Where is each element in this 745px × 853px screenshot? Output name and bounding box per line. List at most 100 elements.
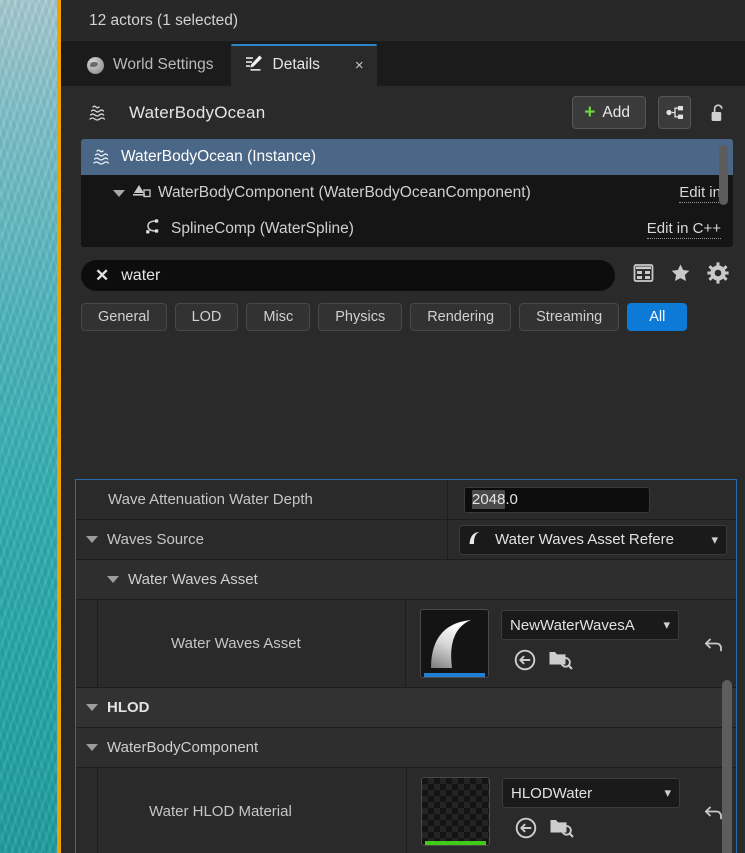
table-view-icon[interactable] (633, 263, 654, 288)
category-label: HLOD (107, 699, 150, 716)
category-label: Water Waves Asset (128, 571, 258, 588)
use-selected-asset-icon[interactable] (513, 648, 537, 677)
reset-to-default-button[interactable] (727, 520, 736, 559)
asset-action-buttons (501, 648, 679, 677)
water-waves-asset-dropdown[interactable]: NewWaterWavesA ▾ (501, 610, 679, 640)
browse-asset-icon[interactable] (548, 648, 573, 677)
chevron-down-icon[interactable] (86, 704, 98, 711)
wave-thumbnail[interactable] (420, 609, 489, 678)
wave-asset-icon (468, 530, 487, 549)
property-row-waves-source[interactable]: Waves Source Water Waves Asset Refere ▾ (76, 520, 736, 560)
water-body-component-icon (131, 182, 151, 204)
property-row-water-waves-asset[interactable]: Water Waves Asset NewWaterWavesA ▾ (76, 600, 736, 688)
water-hlod-material-dropdown[interactable]: HLODWater ▾ (502, 778, 680, 808)
unlock-icon[interactable] (703, 96, 733, 129)
filter-chip-rendering[interactable]: Rendering (410, 303, 512, 331)
input-rest-text: .0 (505, 491, 518, 508)
details-panel: 12 actors (1 selected) World Settings De… (61, 0, 745, 853)
waves-source-dropdown[interactable]: Water Waves Asset Refere ▾ (459, 524, 727, 555)
property-label-container: Waves Source (76, 520, 448, 559)
reset-to-default-button[interactable] (692, 600, 736, 687)
tree-row-label: WaterBodyComponent (WaterBodyOceanCompon… (158, 184, 531, 201)
chevron-down-icon[interactable] (107, 576, 119, 583)
details-panel-body: WaterBodyOcean + Add WaterBodyOcean (Ins… (61, 86, 745, 853)
chevron-down-icon[interactable] (86, 536, 98, 543)
favorites-star-icon[interactable] (670, 263, 691, 288)
waves-source-value: Water Waves Asset Refere (495, 531, 674, 548)
properties-list: Wave Attenuation Water Depth 2048.0 Wave… (75, 479, 737, 853)
tab-details[interactable]: Details × (230, 44, 377, 86)
chevron-down-icon: ▾ (664, 785, 671, 800)
wave-attenuation-water-depth-input[interactable]: 2048.0 (464, 486, 650, 513)
add-component-button[interactable]: + Add (572, 96, 646, 129)
filter-chip-physics[interactable]: Physics (318, 303, 403, 331)
property-row-wave-attenuation-water-depth[interactable]: Wave Attenuation Water Depth 2048.0 (76, 480, 736, 520)
component-tree[interactable]: WaterBodyOcean (Instance) WaterBodyCompo… (81, 139, 733, 247)
thumbnail-type-bar (424, 673, 485, 677)
checker-thumbnail[interactable] (421, 777, 490, 846)
browse-asset-icon[interactable] (549, 816, 574, 845)
filter-chip-general[interactable]: General (81, 303, 167, 331)
chevron-down-icon[interactable] (113, 189, 125, 197)
details-toolbar: WaterBodyOcean + Add (61, 86, 745, 139)
spline-icon (143, 218, 163, 240)
actor-status-bar: 12 actors (1 selected) (61, 0, 745, 41)
tree-row-waterbodyocean-instance[interactable]: WaterBodyOcean (Instance) (81, 139, 733, 175)
edit-in-cpp-link[interactable]: Edit in C++ (646, 220, 721, 239)
property-value-container: HLODWater ▾ (407, 768, 692, 853)
search-input[interactable]: ✕ water (81, 260, 615, 291)
unreal-details-panel-window: 12 actors (1 selected) World Settings De… (0, 0, 745, 853)
property-value-container: Water Waves Asset Refere ▾ (448, 520, 727, 559)
tab-world-settings-label: World Settings (113, 56, 214, 73)
indent-guide (76, 600, 98, 687)
asset-name-value: NewWaterWavesA (510, 616, 635, 634)
settings-gear-icon[interactable] (707, 262, 729, 289)
water-waves-icon (93, 148, 113, 166)
use-selected-asset-icon[interactable] (514, 816, 538, 845)
hierarchy-icon[interactable] (658, 96, 691, 129)
indent-guide (98, 600, 119, 687)
tab-world-settings[interactable]: World Settings (73, 44, 231, 86)
plus-icon: + (584, 102, 596, 123)
tree-row-label: SplineComp (WaterSpline) (171, 220, 354, 237)
level-viewport-water-surface[interactable] (0, 0, 57, 853)
component-tree-scrollbar[interactable] (719, 145, 728, 241)
filter-chip-misc[interactable]: Misc (246, 303, 311, 331)
add-button-label: Add (602, 103, 630, 121)
tree-row-splinecomp[interactable]: SplineComp (WaterSpline) Edit in C++ (81, 211, 733, 247)
property-category-water-waves-asset[interactable]: Water Waves Asset (76, 560, 736, 600)
filter-chip-lod[interactable]: LOD (174, 303, 239, 331)
tab-strip: World Settings Details × (61, 41, 745, 86)
asset-picker: HLODWater ▾ (421, 777, 680, 846)
property-label-container: Water HLOD Material (98, 768, 407, 853)
thumbnail-type-bar (425, 841, 486, 845)
property-row-water-hlod-material[interactable]: Water HLOD Material HLODWater ▾ (76, 768, 736, 853)
close-icon[interactable]: × (355, 58, 364, 73)
property-category-waterbodycomponent-hlod[interactable]: WaterBodyComponent (76, 728, 736, 768)
asset-name-value: HLODWater (511, 784, 593, 802)
reset-slot (692, 480, 736, 519)
properties-scrollbar-thumb[interactable] (722, 680, 732, 853)
chevron-down-icon[interactable] (86, 744, 98, 751)
asset-controls: NewWaterWavesA ▾ (501, 610, 679, 677)
asset-picker: NewWaterWavesA ▾ (420, 609, 679, 678)
tree-row-waterbodycomponent[interactable]: WaterBodyComponent (WaterBodyOceanCompon… (81, 175, 733, 211)
asset-controls: HLODWater ▾ (502, 778, 680, 845)
edit-in-cpp-link[interactable]: Edit in (679, 184, 721, 203)
actor-count-label: 12 actors (1 selected) (89, 11, 239, 29)
clear-x-icon[interactable]: ✕ (95, 267, 109, 284)
scrollbar-thumb[interactable] (719, 145, 728, 205)
chevron-down-icon: ▾ (711, 531, 718, 547)
filter-chip-all[interactable]: All (627, 303, 688, 331)
indent-guide (76, 768, 98, 853)
property-label: Waves Source (107, 531, 204, 548)
property-value-container: NewWaterWavesA ▾ (406, 600, 692, 687)
chevron-down-icon: ▾ (663, 617, 670, 632)
property-category-hlod[interactable]: HLOD (76, 688, 736, 728)
category-label: WaterBodyComponent (107, 739, 259, 756)
tree-row-label: WaterBodyOcean (Instance) (121, 148, 316, 165)
tab-details-label: Details (272, 56, 320, 73)
property-label-container: Water Waves Asset (119, 600, 406, 687)
property-label-container: Wave Attenuation Water Depth (76, 480, 448, 519)
filter-chip-streaming[interactable]: Streaming (519, 303, 620, 331)
